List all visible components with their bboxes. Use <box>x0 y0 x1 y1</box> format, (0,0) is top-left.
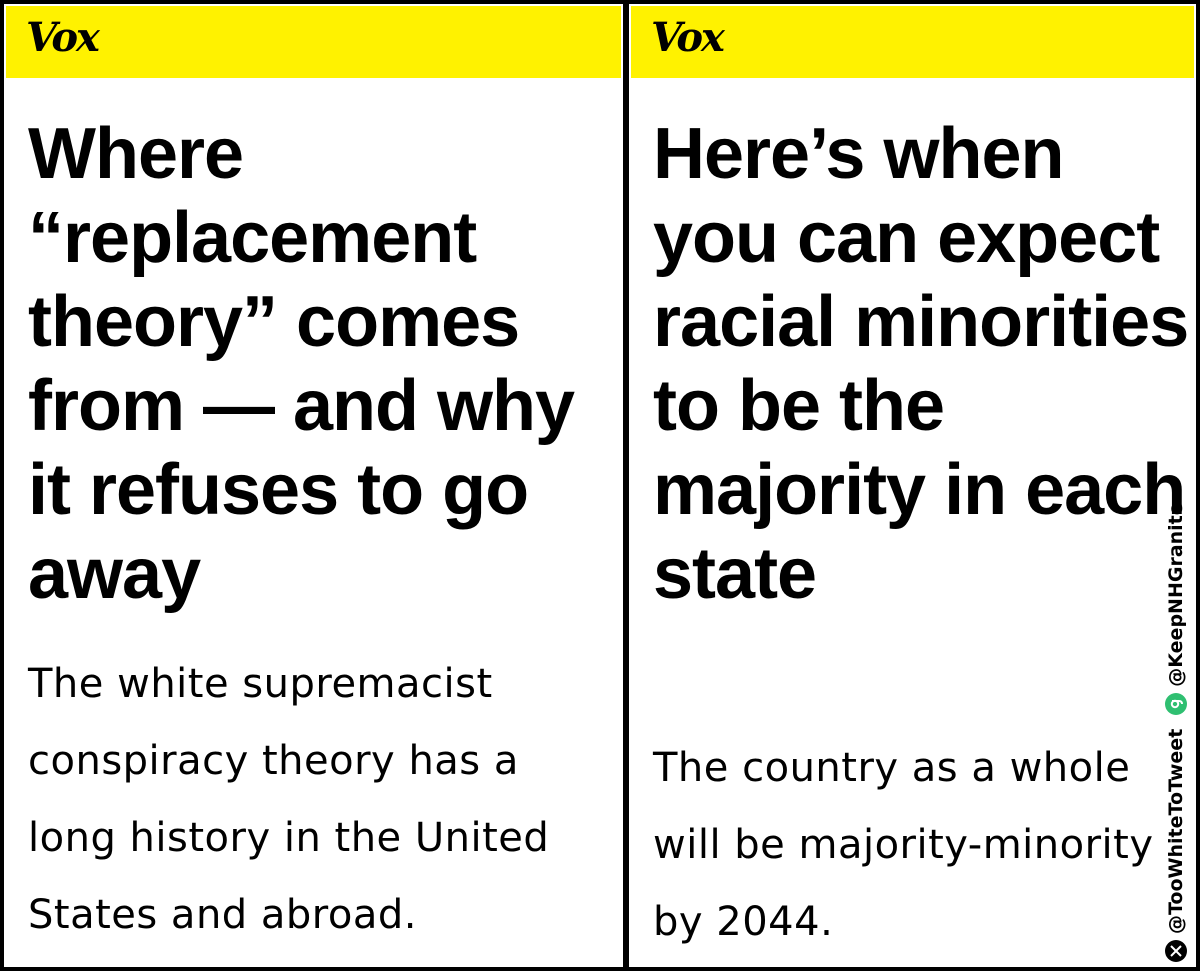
right-article-card[interactable]: Vox Here’s when you can expect racial mi… <box>629 4 1196 967</box>
screenshot-frame: Vox Where “replacement theory” comes fro… <box>0 0 1200 971</box>
brand-bar: Vox <box>631 6 1194 78</box>
article-headline[interactable]: Where “replacement theory” comes from — … <box>28 112 623 616</box>
left-article-card[interactable]: Vox Where “replacement theory” comes fro… <box>4 4 623 967</box>
x-handle: @TooWhiteToTweet <box>1165 728 1187 934</box>
article-dek: The country as a whole will be majority-… <box>653 745 1154 945</box>
brand-bar: Vox <box>6 6 621 78</box>
watermark: @TooWhiteToTweet @KeepNHGranite <box>1165 492 1187 962</box>
gab-logo-icon <box>1165 692 1187 715</box>
x-logo-icon <box>1165 940 1187 962</box>
vox-logo: Vox <box>651 14 725 61</box>
article-dek: The white supremacist conspiracy theory … <box>28 661 550 938</box>
article-headline[interactable]: Here’s when you can expect racial minori… <box>653 112 1196 616</box>
vox-logo: Vox <box>26 14 100 61</box>
gab-handle: @KeepNHGranite <box>1165 502 1187 687</box>
